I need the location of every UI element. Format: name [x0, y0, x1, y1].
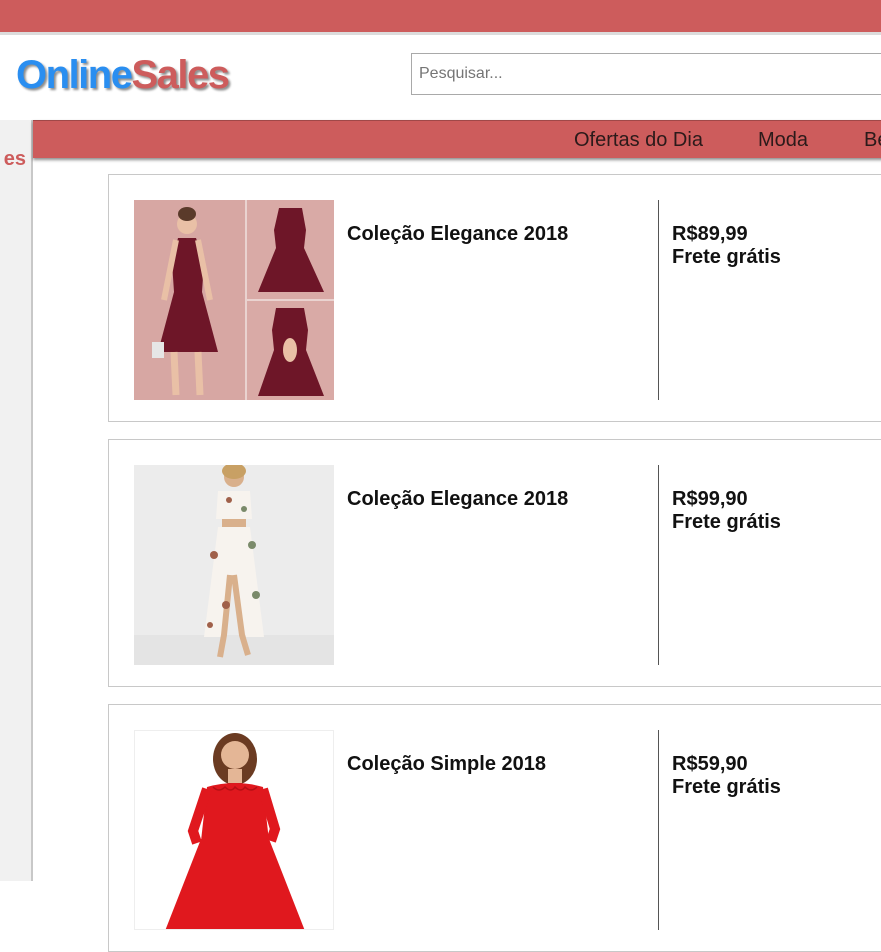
- logo-part-sales: Sales: [131, 53, 230, 97]
- logo-part-online: Online: [16, 53, 133, 97]
- sidebar: es: [0, 120, 33, 881]
- product-price: R$99,90: [672, 488, 748, 510]
- search-box: [411, 53, 881, 95]
- product-price: R$59,90: [672, 753, 748, 775]
- top-bar: [0, 0, 881, 32]
- card-divider: [658, 465, 659, 665]
- nav-item-ofertas-do-dia[interactable]: Ofertas do Dia: [574, 129, 703, 152]
- product-image[interactable]: [134, 730, 334, 930]
- product-shipping: Frete grátis: [672, 511, 781, 533]
- product-title[interactable]: Coleção Elegance 2018: [347, 488, 568, 511]
- search-input[interactable]: [412, 54, 881, 94]
- product-title[interactable]: Coleção Simple 2018: [347, 753, 546, 776]
- product-card[interactable]: Coleção Elegance 2018 R$99,90 Frete grát…: [108, 439, 881, 687]
- site-logo[interactable]: OnlineSales: [16, 53, 230, 97]
- product-card[interactable]: Coleção Elegance 2018 R$89,99 Frete grát…: [108, 174, 881, 422]
- product-price: R$89,99: [672, 223, 748, 245]
- product-shipping: Frete grátis: [672, 246, 781, 268]
- category-navbar: Ofertas do Dia Moda Be: [33, 120, 881, 158]
- sidebar-label[interactable]: es: [4, 148, 26, 171]
- product-image[interactable]: [134, 200, 334, 400]
- card-divider: [658, 200, 659, 400]
- product-card[interactable]: Coleção Simple 2018 R$59,90 Frete grátis: [108, 704, 881, 952]
- nav-item-truncated[interactable]: Be: [864, 129, 881, 152]
- nav-item-moda[interactable]: Moda: [758, 129, 808, 152]
- product-shipping: Frete grátis: [672, 776, 781, 798]
- product-title[interactable]: Coleção Elegance 2018: [347, 223, 568, 246]
- product-image[interactable]: [134, 465, 334, 665]
- card-divider: [658, 730, 659, 930]
- header: OnlineSales: [0, 35, 881, 120]
